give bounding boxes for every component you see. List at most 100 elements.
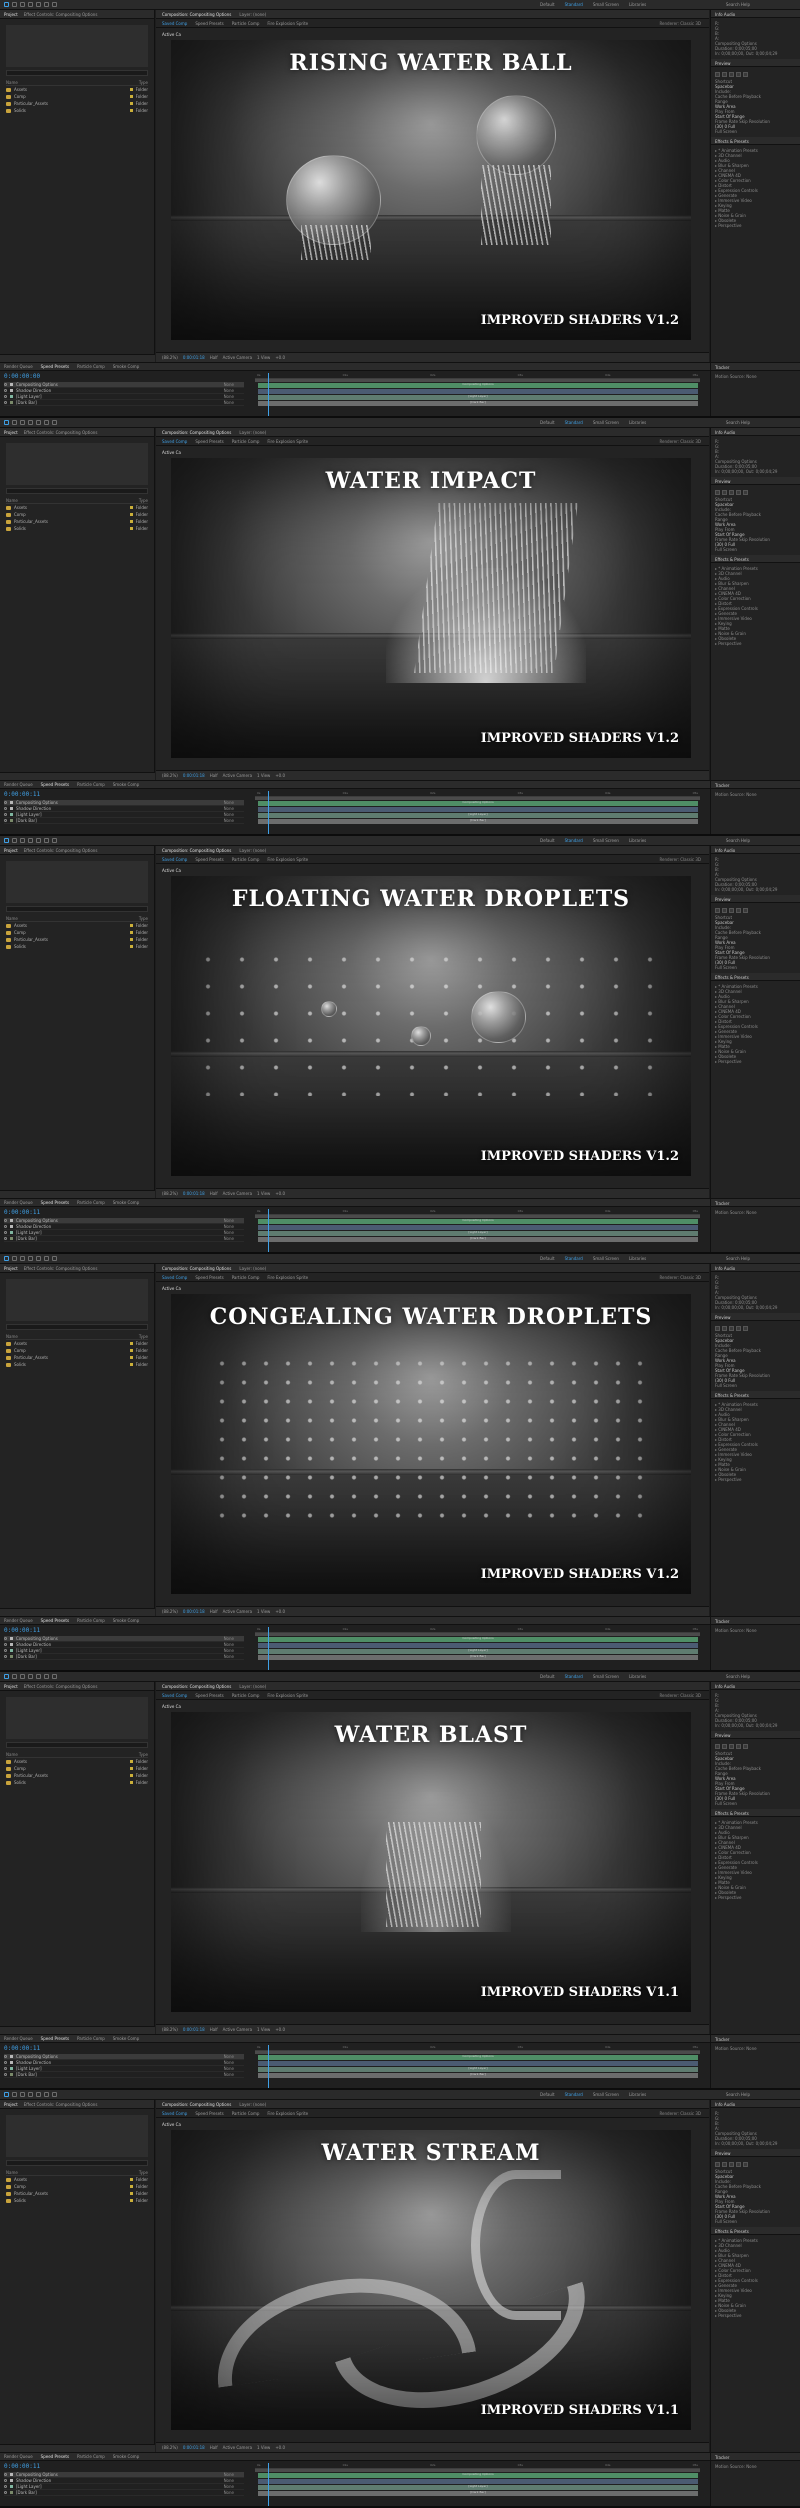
pen-tool-icon[interactable]: [44, 838, 49, 843]
tab-info[interactable]: Info: [715, 1684, 723, 1689]
zoom-tool-icon[interactable]: [20, 2, 25, 7]
workspace-small-screen[interactable]: Small Screen: [593, 1674, 619, 1679]
play-icon[interactable]: [729, 490, 734, 495]
layer-parent[interactable]: None: [224, 2060, 244, 2065]
tab-particle-comp[interactable]: Particle Comp: [77, 2036, 105, 2041]
selection-tool-icon[interactable]: [4, 1256, 9, 1261]
tab-speed-presets[interactable]: Speed Presets: [41, 1200, 69, 1205]
project-item[interactable]: Particular_Assets Folder: [6, 1354, 148, 1361]
tab-info[interactable]: Info: [715, 12, 723, 17]
zoom-level[interactable]: (88.2%): [162, 773, 178, 778]
composition-canvas[interactable]: WATER BLAST IMPROVED SHADERS V1.1: [171, 1712, 691, 2012]
layer-bar[interactable]: [Dark Bar]: [258, 2072, 698, 2078]
resolution-select[interactable]: Half: [210, 355, 218, 360]
layer-row[interactable]: [Dark Bar] None: [4, 1654, 244, 1660]
tab-render-queue[interactable]: Render Queue: [4, 364, 33, 369]
resolution-select[interactable]: Half: [210, 2445, 218, 2450]
project-item[interactable]: Comp Folder: [6, 1765, 148, 1772]
workspace-standard[interactable]: Standard: [565, 420, 583, 425]
workspace-default[interactable]: Default: [540, 838, 555, 843]
tab-particle-comp[interactable]: Particle Comp: [77, 2454, 105, 2459]
zoom-level[interactable]: (88.2%): [162, 1609, 178, 1614]
tracker-row[interactable]: Motion Source: None: [715, 1628, 796, 1633]
workspace-standard[interactable]: Standard: [565, 2, 583, 7]
tab-layer[interactable]: Layer: (none): [239, 848, 266, 853]
resolution-select[interactable]: Half: [210, 773, 218, 778]
composition-canvas[interactable]: WATER STREAM IMPROVED SHADERS V1.1: [171, 2130, 691, 2430]
viewer-timecode[interactable]: 0:00:01:18: [183, 1609, 205, 1614]
visibility-icon[interactable]: [4, 401, 7, 404]
visibility-icon[interactable]: [4, 801, 7, 804]
exposure-value[interactable]: +0.0: [275, 2445, 285, 2450]
workspace-default[interactable]: Default: [540, 2092, 555, 2097]
layer-parent[interactable]: None: [224, 1636, 244, 1641]
comp-tab-speed-presets[interactable]: Speed Presets: [195, 439, 223, 444]
column-type[interactable]: Type: [139, 2170, 148, 2175]
layer-row[interactable]: [Dark Bar] None: [4, 2072, 244, 2078]
visibility-icon[interactable]: [4, 1231, 7, 1234]
viewer-timecode[interactable]: 0:00:01:18: [183, 2027, 205, 2032]
comp-tab-speed-presets[interactable]: Speed Presets: [195, 2111, 223, 2116]
prev-frame-icon[interactable]: [722, 1326, 727, 1331]
current-time[interactable]: 0:00:00:11: [4, 791, 40, 798]
preview-line[interactable]: Full Screen: [715, 2219, 796, 2224]
rotate-tool-icon[interactable]: [28, 420, 33, 425]
tab-render-queue[interactable]: Render Queue: [4, 782, 33, 787]
pen-tool-icon[interactable]: [44, 2092, 49, 2097]
tab-effect-controls[interactable]: Effect Controls: Compositing Options: [24, 848, 98, 853]
exposure-value[interactable]: +0.0: [275, 1609, 285, 1614]
tab-render-queue[interactable]: Render Queue: [4, 1618, 33, 1623]
preview-line[interactable]: Full Screen: [715, 965, 796, 970]
tab-smoke-comp[interactable]: Smoke Comp: [113, 782, 139, 787]
comp-tab-fire[interactable]: Fire Explosion Sprite: [267, 1275, 308, 1280]
selection-tool-icon[interactable]: [4, 2092, 9, 2097]
project-item[interactable]: Solids Folder: [6, 943, 148, 950]
tab-audio[interactable]: Audio: [724, 430, 735, 435]
project-search-input[interactable]: [6, 70, 148, 76]
tab-effect-controls[interactable]: Effect Controls: Compositing Options: [24, 430, 98, 435]
layer-parent[interactable]: None: [224, 400, 244, 405]
pen-tool-icon[interactable]: [44, 1674, 49, 1679]
hand-tool-icon[interactable]: [12, 1256, 17, 1261]
project-item[interactable]: Solids Folder: [6, 525, 148, 532]
visibility-icon[interactable]: [4, 1643, 7, 1646]
workspace-default[interactable]: Default: [540, 1256, 555, 1261]
layer-bar[interactable]: Compositing Options: [258, 800, 698, 806]
project-item[interactable]: Assets Folder: [6, 1340, 148, 1347]
visibility-icon[interactable]: [4, 389, 7, 392]
tab-speed-presets[interactable]: Speed Presets: [41, 2454, 69, 2459]
rotate-tool-icon[interactable]: [28, 2092, 33, 2097]
visibility-icon[interactable]: [4, 2473, 7, 2476]
project-item[interactable]: Comp Folder: [6, 93, 148, 100]
tab-info[interactable]: Info: [715, 1266, 723, 1271]
visibility-icon[interactable]: [4, 1237, 7, 1240]
tab-render-queue[interactable]: Render Queue: [4, 2036, 33, 2041]
tab-speed-presets[interactable]: Speed Presets: [41, 1618, 69, 1623]
tab-effect-controls[interactable]: Effect Controls: Compositing Options: [24, 1684, 98, 1689]
playhead[interactable]: [268, 2463, 269, 2506]
layer-parent[interactable]: None: [224, 1642, 244, 1647]
renderer-label[interactable]: Renderer: Classic 3D: [659, 21, 701, 26]
current-time[interactable]: 0:00:00:11: [4, 2463, 40, 2470]
tab-audio[interactable]: Audio: [724, 1266, 735, 1271]
comp-tab-particle[interactable]: Particle Comp: [232, 2111, 260, 2116]
search-help-input[interactable]: Search Help: [726, 1674, 750, 1679]
play-icon[interactable]: [729, 72, 734, 77]
workspace-small-screen[interactable]: Small Screen: [593, 1256, 619, 1261]
preview-line[interactable]: Full Screen: [715, 1383, 796, 1388]
last-frame-icon[interactable]: [743, 490, 748, 495]
layer-parent[interactable]: None: [224, 388, 244, 393]
first-frame-icon[interactable]: [715, 1326, 720, 1331]
column-type[interactable]: Type: [139, 1334, 148, 1339]
first-frame-icon[interactable]: [715, 1744, 720, 1749]
project-item[interactable]: Assets Folder: [6, 1758, 148, 1765]
search-help-input[interactable]: Search Help: [726, 2092, 750, 2097]
camera-select[interactable]: Active Camera: [223, 1609, 252, 1614]
workspace-small-screen[interactable]: Small Screen: [593, 2, 619, 7]
viewer-timecode[interactable]: 0:00:01:18: [183, 773, 205, 778]
comp-tab-particle[interactable]: Particle Comp: [232, 1275, 260, 1280]
project-search-input[interactable]: [6, 488, 148, 494]
column-type[interactable]: Type: [139, 1752, 148, 1757]
renderer-label[interactable]: Renderer: Classic 3D: [659, 2111, 701, 2116]
comp-tab-particle[interactable]: Particle Comp: [232, 439, 260, 444]
